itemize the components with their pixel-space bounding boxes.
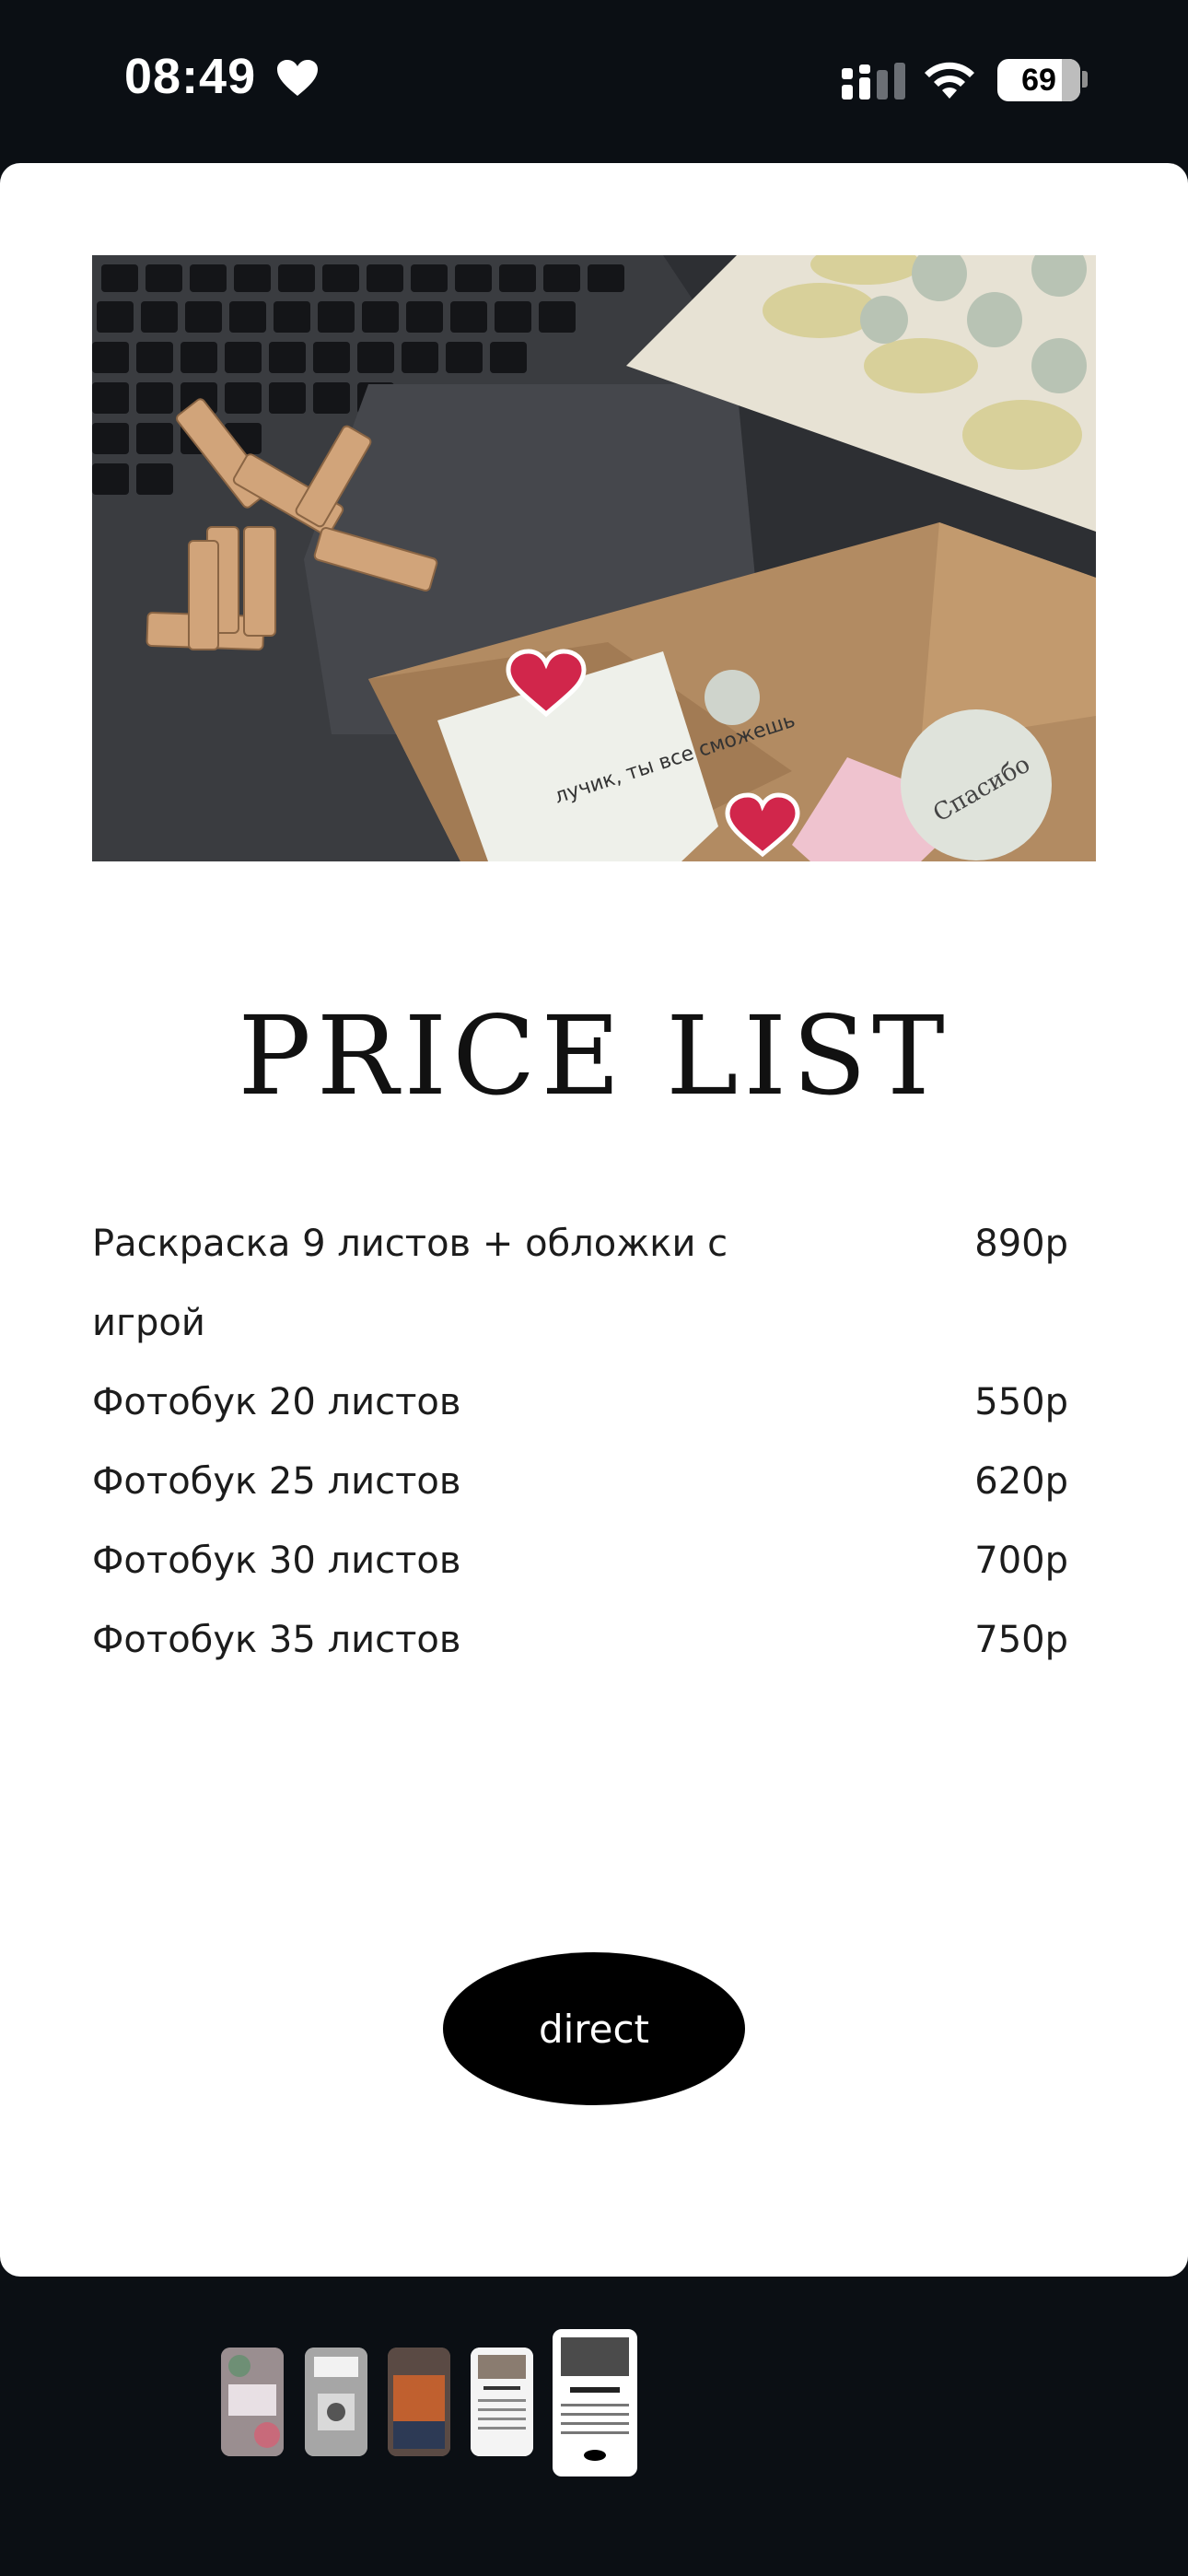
hero-image: лучик, ты все сможешь Спасибо [92, 255, 1096, 861]
price-row: Фотобук 35 листов 750р [92, 1600, 1068, 1680]
status-time: 08:49 [124, 49, 257, 104]
price-item-value: 750р [974, 1619, 1068, 1661]
page-title: PRICE LIST [238, 992, 950, 1119]
story-thumbnails [0, 2322, 1188, 2478]
price-item-name: Фотобук 20 листов [92, 1381, 461, 1423]
story-thumbnail-3[interactable] [388, 2348, 450, 2456]
story-thumbnail-5-active[interactable] [553, 2329, 637, 2476]
price-item-name: Фотобук 30 листов [92, 1540, 461, 1582]
battery-icon: 69 [997, 59, 1080, 101]
heart-icon [277, 60, 318, 96]
price-item-value: 700р [974, 1540, 1068, 1582]
story-thumbnail-1[interactable] [221, 2348, 284, 2456]
story-thumbnail-4[interactable] [471, 2348, 533, 2456]
price-item-name: Фотобук 25 листов [92, 1460, 461, 1503]
wifi-icon [925, 62, 974, 99]
price-row: Фотобук 25 листов 620р [92, 1442, 1068, 1521]
price-row: Фотобук 20 листов 550р [92, 1363, 1068, 1442]
price-item-name: Раскраска 9 листов + обложки с игрой [92, 1223, 728, 1344]
battery-level: 69 [1021, 63, 1056, 98]
price-row: Раскраска 9 листов + обложки с игрой 890… [92, 1204, 1068, 1363]
price-item-value: 620р [974, 1460, 1068, 1503]
story-thumbnail-2[interactable] [305, 2348, 367, 2456]
price-item-value: 550р [974, 1381, 1068, 1423]
signal-icon [842, 63, 905, 100]
story-card: лучик, ты все сможешь Спасибо PRICE LIST… [0, 163, 1188, 2277]
hero-illustration: лучик, ты все сможешь Спасибо [92, 255, 1096, 861]
battery-cap [1082, 71, 1088, 88]
price-item-value: 890р [974, 1223, 1068, 1265]
price-list: Раскраска 9 листов + обложки с игрой 890… [92, 1204, 1068, 1680]
direct-button[interactable]: direct [443, 1952, 745, 2105]
status-bar: 08:49 69 [0, 0, 1188, 161]
price-item-name: Фотобук 35 листов [92, 1619, 461, 1661]
price-row: Фотобук 30 листов 700р [92, 1521, 1068, 1600]
